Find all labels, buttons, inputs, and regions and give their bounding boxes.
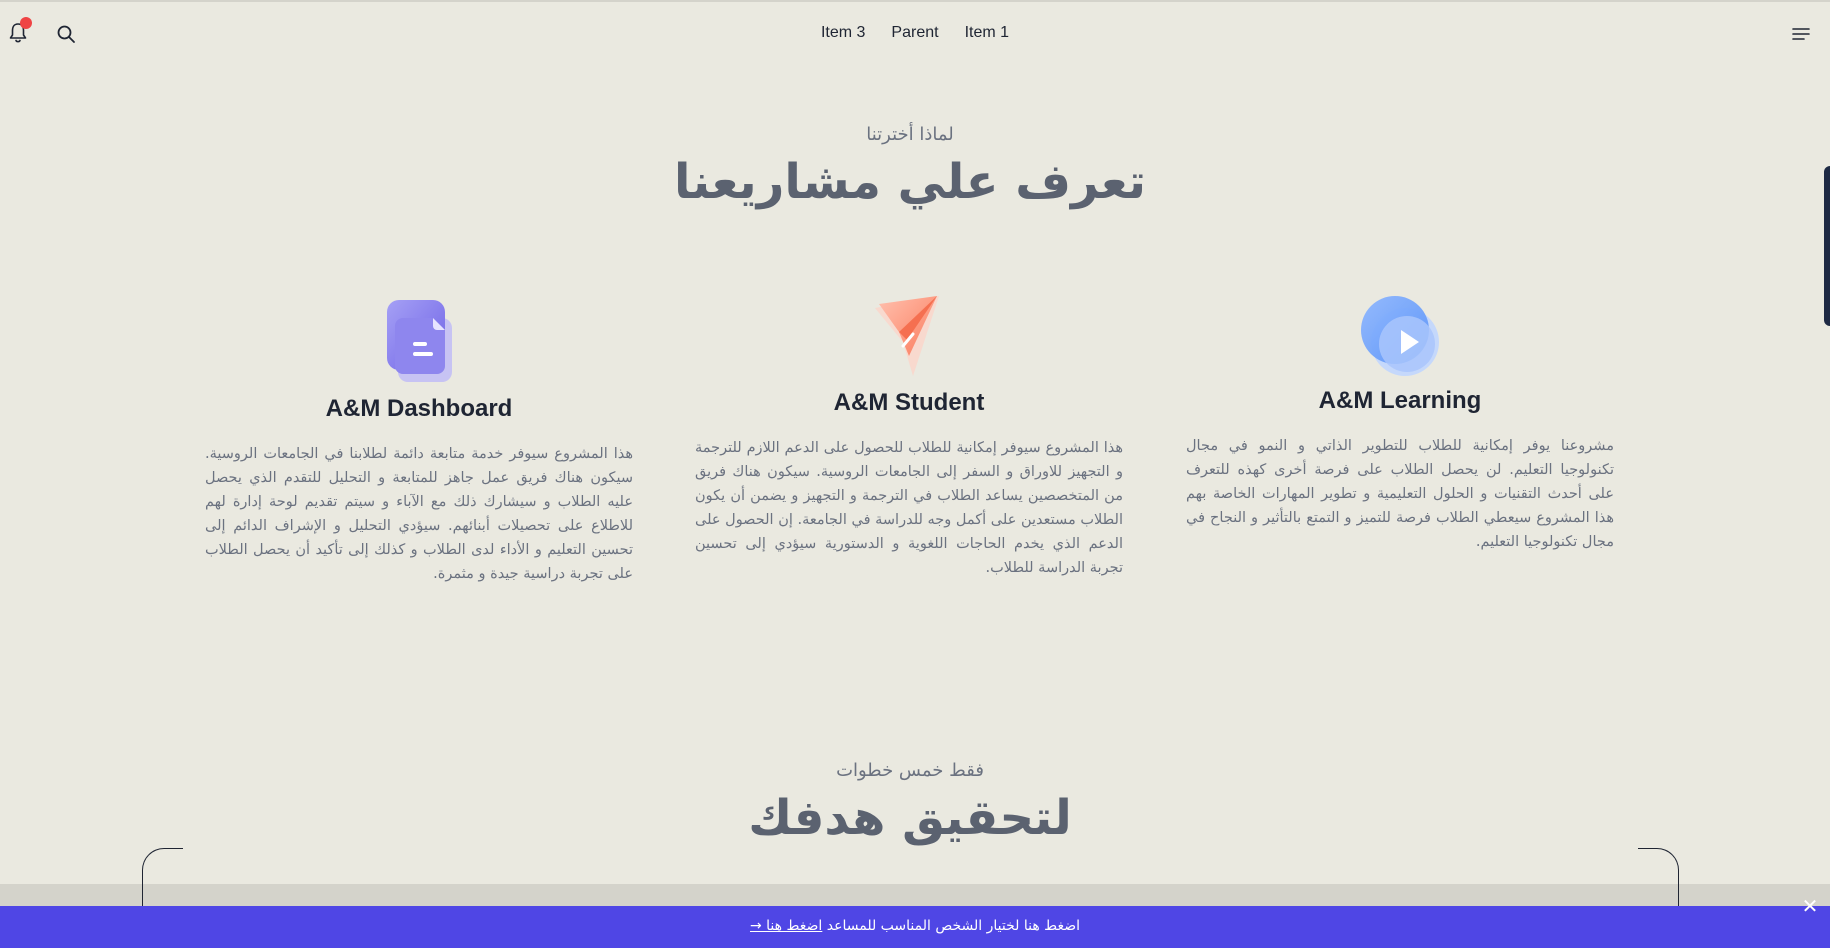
play-video-icon	[1361, 296, 1439, 376]
nav-item-parent[interactable]: Parent	[878, 22, 951, 44]
project-card-title: A&M Student	[833, 389, 985, 416]
project-card-dashboard: A&M Dashboard هذا المشروع سيوفر خدمة متا…	[205, 298, 633, 586]
scrollbar-thumb[interactable]	[1824, 166, 1830, 326]
project-card-learning: A&M Learning مشروعنا يوفر إمكانية للطلاب…	[1186, 294, 1614, 554]
project-card-title: A&M Learning	[1318, 387, 1482, 414]
project-card-description: مشروعنا يوفر إمكانية للطلاب للتطوير الذا…	[1186, 438, 1614, 550]
header: Item 3 Parent Item 1	[0, 0, 1830, 66]
nav-item-item-1[interactable]: Item 1	[952, 22, 1022, 44]
timeline-left-arc	[142, 848, 183, 909]
close-icon[interactable]: ✕	[1800, 896, 1820, 916]
projects-eyebrow: لماذا أخترتنا	[866, 124, 954, 145]
banner-text-wrapper: اضغط هنا لختيار الشخص المناسب للمساعد اض…	[0, 918, 1830, 934]
banner-link[interactable]: اضغط هنا →	[750, 918, 822, 934]
hamburger-menu-icon[interactable]	[1791, 26, 1811, 42]
promo-banner: اضغط هنا لختيار الشخص المناسب للمساعد اض…	[0, 896, 1830, 948]
project-card-description: هذا المشروع سيوفر إمكانية للطلاب للحصول …	[695, 440, 1123, 576]
project-card-description: هذا المشروع سيوفر خدمة متابعة دائمة لطلا…	[205, 446, 633, 582]
documents-icon	[387, 300, 452, 382]
project-card-title: A&M Dashboard	[325, 395, 513, 422]
timeline-right-arc	[1638, 848, 1679, 909]
project-card-student: A&M Student هذا المشروع سيوفر إمكانية لل…	[695, 294, 1123, 580]
nav-item-item-3[interactable]: Item 3	[808, 22, 878, 44]
steps-eyebrow: فقط خمس خطوات	[836, 760, 984, 781]
banner-message: اضغط هنا لختيار الشخص المناسب للمساعد	[826, 918, 1080, 934]
steps-timeline-band	[0, 884, 1830, 906]
paper-plane-icon	[875, 296, 939, 376]
main-nav: Item 3 Parent Item 1	[0, 22, 1830, 44]
projects-title: تعرف علي مشاريعنا	[673, 154, 1147, 210]
steps-title: لتحقيق هدفك	[748, 790, 1072, 846]
